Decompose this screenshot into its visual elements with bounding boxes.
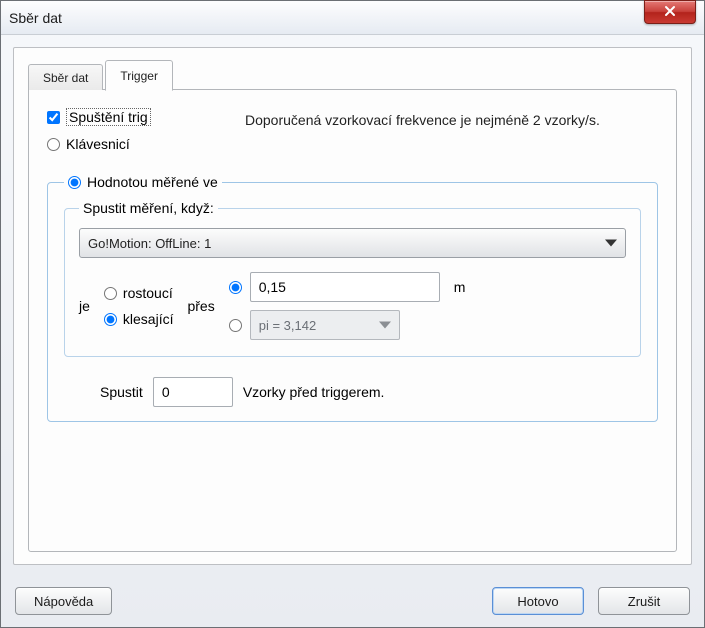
by-keyboard-radio[interactable] [47,138,60,151]
tab-data-collection[interactable]: Sběr dat [28,64,103,90]
dialog-footer: Nápověda Hotovo Zrušit [1,577,704,627]
by-value-group: Hodnotou měřené ve Spustit měření, když:… [47,174,658,422]
button-label: Nápověda [34,594,93,609]
cancel-button[interactable]: Zrušit [598,587,690,615]
pretrigger-input[interactable] [153,377,233,407]
ok-button[interactable]: Hotovo [492,587,584,615]
close-button[interactable] [644,0,696,24]
by-value-label: Hodnotou měřené ve [87,174,218,190]
start-when-label: Spustit měření, když: [79,200,218,216]
tab-label: Trigger [120,69,158,83]
threshold-unit: m [454,279,466,295]
trigger-enable-and-keyboard: Spuštění trig Klávesnicí [47,108,227,162]
threshold-constant-value: pi = 3,142 [259,318,316,333]
falling-label: klesající [123,311,174,327]
threshold-numeric-input[interactable] [250,272,440,302]
button-label: Zrušit [628,594,661,609]
client-area: Sběr dat Trigger Spuštění trig Klávesnic… [13,47,692,565]
threshold-column: m pi = 3,142 [229,272,466,340]
threshold-constant-combo[interactable]: pi = 3,142 [250,310,400,340]
tabstrip: Sběr dat Trigger [28,62,677,90]
chevron-down-icon [605,240,617,247]
by-keyboard-row: Klávesnicí [47,136,227,152]
enable-trigger-row: Spuštění trig [47,108,227,126]
start-when-group: Spustit měření, když: Go!Motion: OffLine… [64,200,641,357]
tab-trigger[interactable]: Trigger [105,60,173,91]
rising-radio[interactable] [104,287,117,300]
falling-radio[interactable] [104,313,117,326]
je-label: je [79,298,90,314]
sample-rate-hint: Doporučená vzorkovací frekvence je nejmé… [245,108,658,162]
threshold-numeric-radio[interactable] [229,281,242,294]
chevron-down-icon [379,322,391,329]
close-icon [664,4,676,20]
pretrigger-prefix: Spustit [100,384,143,400]
dialog-window: Sběr dat Sběr dat Trigger Spuštění trig [0,0,705,628]
channel-selected-value: Go!Motion: OffLine: 1 [88,236,211,251]
rising-label: rostoucí [123,285,173,301]
by-keyboard-label: Klávesnicí [66,136,130,152]
help-button[interactable]: Nápověda [15,587,112,615]
enable-trigger-label: Spuštění trig [66,108,151,126]
pres-label: přes [187,298,214,314]
condition-row: je rostoucí klesající přes [79,272,626,340]
threshold-constant-radio[interactable] [229,319,242,332]
pretrigger-suffix: Vzorky před triggerem. [243,384,385,400]
button-label: Hotovo [517,594,558,609]
enable-trigger-checkbox[interactable] [47,111,60,124]
channel-dropdown[interactable]: Go!Motion: OffLine: 1 [79,228,626,258]
by-value-legend: Hodnotou měřené ve [64,174,222,190]
by-value-radio[interactable] [68,176,81,189]
tabpanel-trigger: Spuštění trig Klávesnicí Doporučená vzor… [28,89,677,552]
top-row: Spuštění trig Klávesnicí Doporučená vzor… [47,108,658,162]
tab-label: Sběr dat [43,71,88,85]
titlebar: Sběr dat [1,1,704,35]
window-title: Sběr dat [9,10,696,26]
pretrigger-row: Spustit Vzorky před triggerem. [100,377,641,407]
direction-column: rostoucí klesající [104,285,174,327]
